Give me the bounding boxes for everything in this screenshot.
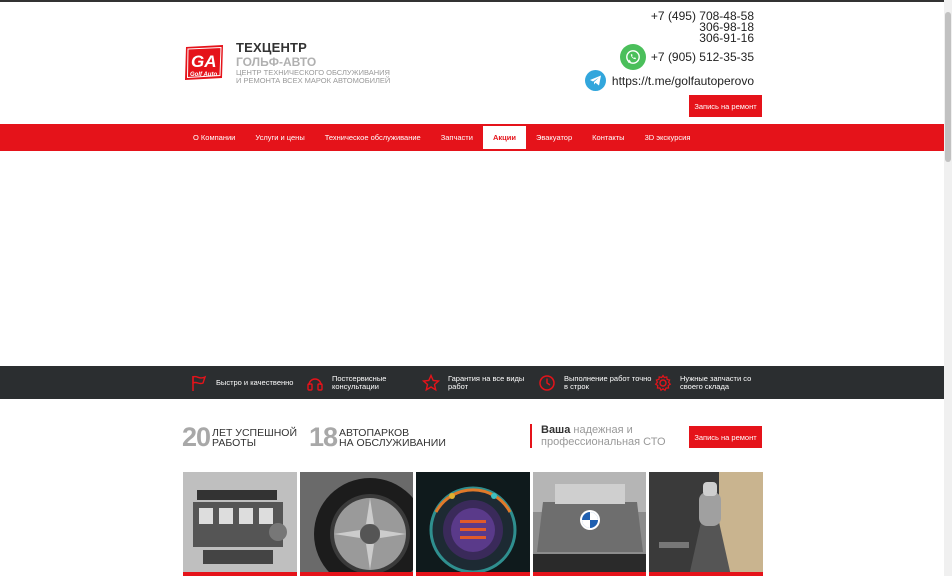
feature-text: Быстро и качественно [216, 377, 294, 387]
nav-item-1[interactable]: Услуги и цены [245, 124, 314, 151]
page-scrollbar[interactable] [944, 0, 952, 576]
telegram-contact[interactable]: https://t.me/golfautoperovo [584, 70, 754, 91]
tile-accent-bar [532, 572, 647, 576]
feature-text: Постсервисные консультации [332, 373, 387, 391]
stat-fleets-text: АВТОПАРКОВ НА ОБСЛУЖИВАНИИ [339, 426, 446, 449]
sto-slogan: Ваша надежная и профессиональная СТО [530, 424, 666, 448]
main-nav: О Компании Услуги и цены Техническое обслу… [0, 124, 944, 151]
tire-image[interactable] [299, 472, 414, 576]
dashboard-gauge-image[interactable] [416, 472, 530, 576]
tile-accent-bar [416, 572, 530, 576]
phone-list: +7 (495) 708-48-58 306-98-18 306-91-16 [651, 10, 754, 44]
stat-years-line1: ЛЕТ УСПЕШНОЙ [212, 426, 297, 439]
gear-icon [654, 373, 672, 392]
book-repair-button-2[interactable]: Запись на ремонт [689, 426, 762, 448]
whatsapp-contact[interactable]: +7 (905) 512-35-35 [619, 44, 754, 70]
gear-shifter-image[interactable] [649, 472, 763, 576]
sto-line1: Ваша надежная и [541, 424, 666, 436]
feature-item: Гарантия на все виды работ [421, 366, 538, 399]
telegram-link: https://t.me/golfautoperovo [611, 73, 754, 88]
brand-description: ЦЕНТР ТЕХНИЧЕСКОГО ОБСЛУЖИВАНИЯ И РЕМОНТ… [236, 69, 396, 84]
tile-accent-bar [649, 572, 763, 576]
phone-3[interactable]: 306-91-16 [651, 32, 754, 44]
logo[interactable]: GA Golf Auto [183, 44, 225, 82]
brand-subtitle: ГОЛЬФ-АВТО [236, 55, 317, 69]
engine-block-image[interactable] [183, 472, 297, 576]
stat-fleets-line1: АВТОПАРКОВ [339, 426, 410, 439]
feature-text: Выполнение работ точно в строк [564, 373, 652, 391]
feature-text: Нужные запчасти со своего склада [680, 373, 752, 391]
tile-accent-bar [183, 572, 297, 576]
star-icon [421, 373, 441, 392]
brand-desc-line2: И РЕМОНТА ВСЕХ МАРОК АВТОМОБИЛЕЙ [236, 75, 391, 85]
stat-fleets-line2: НА ОБСЛУЖИВАНИИ [339, 436, 446, 449]
bmw-engine-image[interactable] [532, 472, 647, 576]
tile-accent-bar [299, 572, 414, 576]
scrollbar-thumb[interactable] [945, 12, 951, 162]
whatsapp-icon [619, 44, 646, 70]
whatsapp-phone: +7 (905) 512-35-35 [650, 50, 754, 64]
nav-item-0[interactable]: О Компании [183, 124, 245, 151]
nav-items: О Компании Услуги и цены Техническое обслу… [183, 124, 700, 151]
nav-item-5[interactable]: Эвакуатор [526, 124, 582, 151]
sto-rest: надежная и [570, 424, 633, 436]
stat-years-line2: РАБОТЫ [212, 436, 257, 449]
sto-line2: профессиональная СТО [541, 436, 666, 448]
service-gallery [183, 472, 763, 576]
nav-item-2[interactable]: Техническое обслуживание [315, 124, 431, 151]
stat-years-text: ЛЕТ УСПЕШНОЙ РАБОТЫ [212, 426, 297, 449]
logo-icon: GA Golf Auto [185, 45, 223, 80]
feature-item: Постсервисные консультации [306, 366, 422, 399]
stat-years-number: 20 [182, 422, 211, 452]
feature-text: Гарантия на все виды работ [448, 373, 525, 391]
nav-item-3[interactable]: Запчасти [431, 124, 483, 151]
headphones-icon [306, 374, 324, 392]
sto-bold: Ваша [541, 424, 571, 436]
logo-text: GA [191, 52, 217, 71]
logo-sub: Golf Auto [190, 72, 217, 78]
feature-item: Быстро и качественно [190, 366, 306, 399]
site-header: GA Golf Auto ТЕХЦЕНТР ГОЛЬФ-АВТО ЦЕНТР Т… [0, 2, 944, 124]
stat-years: 20 ЛЕТ УСПЕШНОЙ РАБОТЫ [182, 422, 297, 453]
stats-section: 20 ЛЕТ УСПЕШНОЙ РАБОТЫ 18 АВТОПАРКОВ НА … [0, 415, 944, 460]
book-repair-button[interactable]: Запись на ремонт [689, 95, 762, 117]
clock-icon [538, 374, 556, 392]
stat-fleets-number: 18 [309, 422, 338, 452]
feature-item: Выполнение работ точно в строк [538, 366, 654, 399]
feature-item: Нужные запчасти со своего склада [654, 366, 770, 399]
features-bar: Быстро и качественно Постсервисные консул… [0, 366, 944, 399]
hero-banner-area [0, 151, 944, 366]
brand-title: ТЕХЦЕНТР [236, 40, 308, 55]
nav-item-7[interactable]: 3D экскурсия [635, 124, 701, 151]
flag-icon [190, 374, 208, 392]
nav-item-6[interactable]: Контакты [582, 124, 634, 151]
telegram-icon [584, 70, 606, 91]
nav-item-4[interactable]: Акции [482, 126, 526, 149]
stat-fleets: 18 АВТОПАРКОВ НА ОБСЛУЖИВАНИИ [309, 422, 446, 453]
